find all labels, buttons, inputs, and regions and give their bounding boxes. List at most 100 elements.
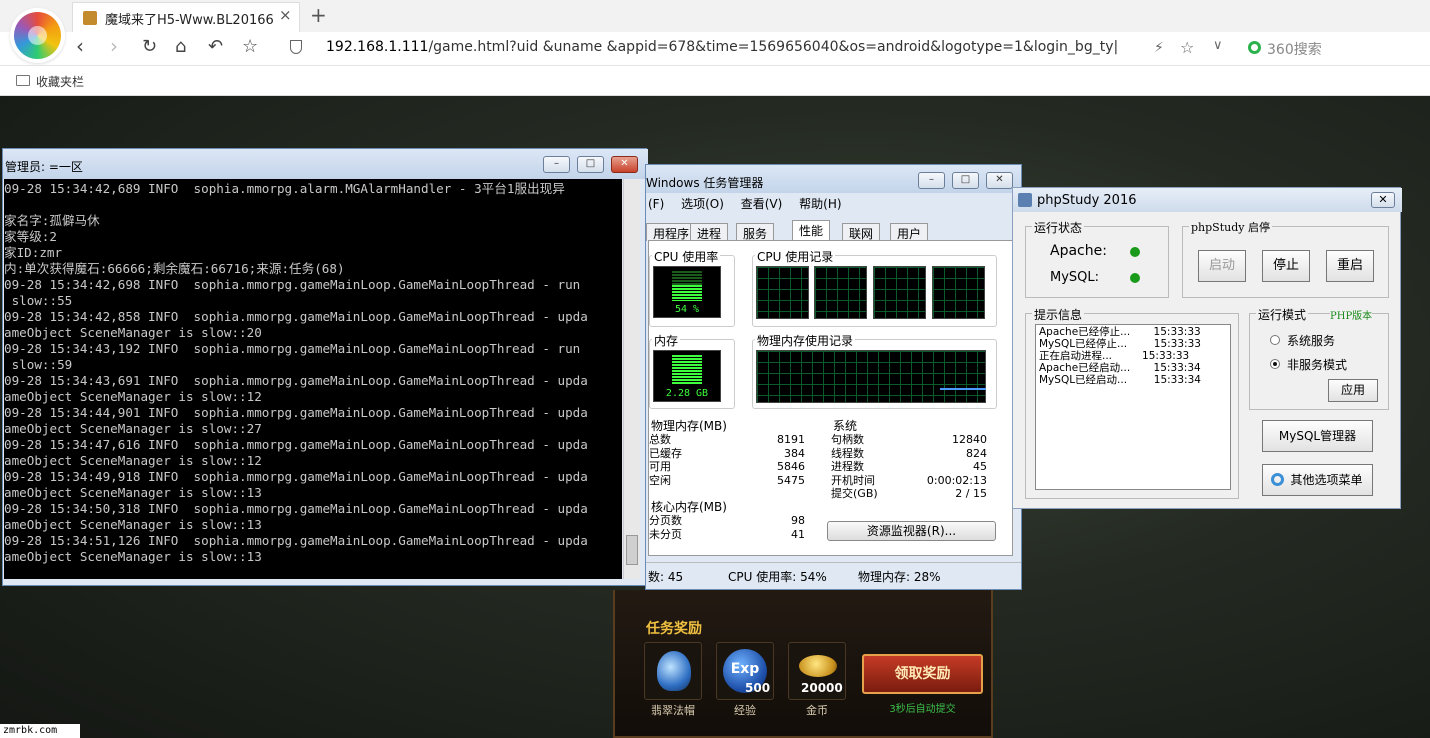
app-icon bbox=[1018, 193, 1032, 207]
search-engine-icon bbox=[1248, 41, 1261, 54]
reload-icon[interactable]: ↻ bbox=[142, 36, 157, 57]
tab-performance[interactable]: 性能 bbox=[792, 220, 831, 241]
bookmarks-folder[interactable]: 收藏夹栏 bbox=[36, 73, 84, 90]
memory-meter: 2.28 GB bbox=[653, 350, 721, 402]
taskmgr-titlebar[interactable]: Windows 任务管理器 – □ ✕ bbox=[646, 165, 1021, 193]
stat-row: 未分页 41 bbox=[649, 527, 805, 541]
reward-title: 任务奖励 bbox=[646, 621, 702, 637]
stat-row: 进程数 45 bbox=[831, 460, 987, 473]
claim-reward-button[interactable]: 领取奖励 bbox=[862, 654, 983, 694]
minimize-button[interactable]: – bbox=[543, 156, 570, 173]
cpu-graph bbox=[873, 266, 926, 319]
radio-system-service[interactable] bbox=[1270, 335, 1280, 345]
reward-item-label: 经验 bbox=[734, 704, 756, 717]
hat-icon bbox=[657, 651, 691, 691]
reward-item-exp[interactable]: Exp 500 bbox=[716, 642, 774, 700]
performance-panel: CPU 使用率 54 % CPU 使用记录 内存 2.28 GB 物理内存使用记… bbox=[648, 240, 1013, 556]
tab-services[interactable]: 服务 bbox=[736, 223, 775, 241]
status-processes: 数: 45 bbox=[648, 570, 684, 584]
scrollbar-thumb[interactable] bbox=[626, 535, 638, 565]
cpu-usage-label: CPU 使用率 bbox=[652, 248, 721, 265]
maximize-button[interactable]: □ bbox=[577, 156, 604, 173]
start-button[interactable]: 启动 bbox=[1198, 250, 1246, 282]
menu-file[interactable]: (F) bbox=[648, 197, 664, 211]
console-window[interactable]: 管理员: =一区 – □ ✕ 09-28 15:34:42,689 INFO s… bbox=[2, 148, 648, 586]
stop-button[interactable]: 停止 bbox=[1262, 250, 1310, 282]
reward-item-hat[interactable] bbox=[644, 642, 702, 700]
close-button[interactable]: ✕ bbox=[611, 156, 638, 173]
cpu-graph bbox=[756, 266, 809, 319]
resource-monitor-button[interactable]: 资源监视器(R)... bbox=[827, 521, 996, 541]
radio-nonservice-mode[interactable] bbox=[1270, 359, 1280, 369]
memory-label: 内存 bbox=[652, 332, 681, 349]
kernel-memory-group: 核心内存(MB) 分页数 98 未分页 41 bbox=[649, 498, 809, 542]
browser-logo[interactable] bbox=[14, 12, 61, 59]
undo-icon[interactable]: ↶ bbox=[208, 36, 223, 57]
tab-users[interactable]: 用户 bbox=[890, 223, 929, 241]
menu-help[interactable]: 帮助(H) bbox=[799, 197, 841, 211]
startstop-label: phpStudy 启停 bbox=[1189, 219, 1272, 235]
stat-row: 句柄数 12840 bbox=[831, 433, 987, 446]
info-list[interactable]: Apache已经停止... 15:33:33 MySQL已经停止... 15:3… bbox=[1035, 324, 1231, 490]
apply-button[interactable]: 应用 bbox=[1328, 379, 1378, 402]
task-manager-window[interactable]: Windows 任务管理器 – □ ✕ (F) 选项(O) 查看(V) 帮助(H… bbox=[645, 164, 1022, 590]
console-title: 管理员: =一区 bbox=[5, 160, 83, 174]
home-icon[interactable]: ⌂ bbox=[175, 36, 186, 57]
run-status-label: 运行状态 bbox=[1032, 219, 1085, 236]
stat-row: 线程数 824 bbox=[831, 446, 987, 460]
close-button[interactable]: ✕ bbox=[1371, 192, 1395, 208]
nonservice-mode-label: 非服务模式 bbox=[1287, 358, 1348, 372]
phpstudy-window[interactable]: phpStudy 2016 ✕ 运行状态 Apache: MySQL: phpS… bbox=[1012, 187, 1402, 509]
info-label: 提示信息 bbox=[1032, 306, 1085, 323]
restart-button[interactable]: 重启 bbox=[1326, 250, 1374, 282]
memory-group: 内存 2.28 GB bbox=[649, 332, 735, 409]
cpu-usage-value: 54 % bbox=[674, 304, 700, 315]
php-version-link[interactable]: PHP版本 bbox=[1330, 307, 1373, 322]
back-icon[interactable]: ‹ bbox=[76, 34, 84, 58]
console-titlebar[interactable]: 管理员: =一区 – □ ✕ bbox=[3, 149, 648, 179]
reward-item-gold[interactable]: 20000 bbox=[788, 642, 846, 700]
favicon-icon bbox=[83, 11, 97, 25]
cpu-meter-fill bbox=[672, 285, 702, 301]
menu-options[interactable]: 选项(O) bbox=[681, 197, 724, 211]
favorite-star-icon[interactable]: ☆ bbox=[1180, 38, 1194, 57]
console-output[interactable]: 09-28 15:34:42,689 INFO sophia.mmorpg.al… bbox=[4, 179, 622, 579]
search-input[interactable]: 360搜索 bbox=[1267, 39, 1322, 59]
star-icon[interactable]: ☆ bbox=[242, 36, 258, 57]
tab-networking[interactable]: 联网 bbox=[842, 223, 881, 241]
run-mode-group: 运行模式 PHP版本 系统服务 非服务模式 应用 bbox=[1249, 306, 1389, 410]
maximize-button[interactable]: □ bbox=[952, 172, 979, 189]
tab-processes[interactable]: 进程 bbox=[690, 223, 729, 241]
forward-icon[interactable]: › bbox=[110, 34, 118, 58]
console-scrollbar[interactable] bbox=[623, 179, 640, 579]
other-options-button[interactable]: 其他选项菜单 bbox=[1262, 464, 1373, 496]
minimize-button[interactable]: – bbox=[918, 172, 945, 189]
run-status-group: 运行状态 Apache: MySQL: bbox=[1025, 219, 1169, 298]
phpstudy-titlebar[interactable]: phpStudy 2016 ✕ bbox=[1013, 188, 1402, 212]
watermark: zmrbk.com bbox=[0, 724, 80, 738]
memory-history-group: 物理内存使用记录 bbox=[752, 332, 997, 409]
stat-row: 已缓存 384 bbox=[649, 446, 805, 460]
address-bar[interactable]: 192.168.1.111/game.html?uid &uname &appi… bbox=[326, 39, 1176, 55]
taskmgr-title: Windows 任务管理器 bbox=[646, 176, 764, 190]
tab-applications[interactable]: 用程序 bbox=[646, 223, 697, 241]
reward-badge: 500 bbox=[745, 681, 771, 695]
close-button[interactable]: ✕ bbox=[986, 172, 1013, 189]
status-memory: 物理内存: 28% bbox=[858, 570, 941, 584]
mysql-manager-button[interactable]: MySQL管理器 bbox=[1262, 420, 1373, 452]
address-host: 192.168.1.111 bbox=[326, 39, 429, 55]
stat-row: 可用 5846 bbox=[649, 460, 805, 473]
lightning-icon[interactable]: ⚡ bbox=[1154, 40, 1164, 56]
stat-row: 总数 8191 bbox=[649, 433, 805, 446]
mysql-label: MySQL: bbox=[1050, 270, 1100, 285]
menu-view[interactable]: 查看(V) bbox=[741, 197, 783, 211]
dropdown-icon[interactable]: ∨ bbox=[1213, 38, 1223, 53]
new-tab-icon[interactable]: + bbox=[310, 3, 327, 27]
apache-label: Apache: bbox=[1050, 243, 1107, 259]
browser-tab-game[interactable]: 魔域来了H5-Www.BL20166.Co × bbox=[72, 2, 300, 32]
gear-icon bbox=[1271, 473, 1284, 486]
tab-close-icon[interactable]: × bbox=[279, 6, 292, 24]
memory-value: 2.28 GB bbox=[665, 388, 709, 399]
shield-icon[interactable] bbox=[290, 40, 302, 54]
reward-item-label: 翡翠法帽 bbox=[651, 704, 695, 717]
